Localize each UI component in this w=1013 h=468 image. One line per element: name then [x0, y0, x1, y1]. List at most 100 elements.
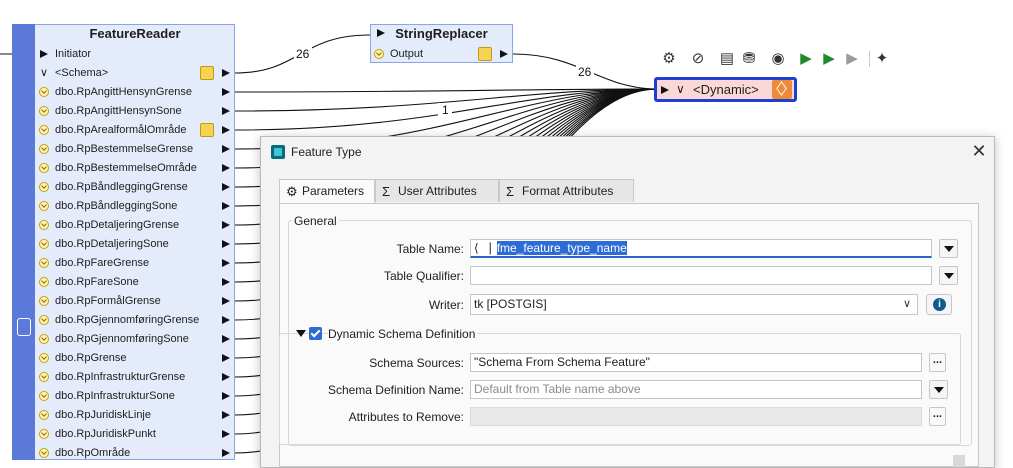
- port-check-icon: [39, 372, 49, 382]
- port-check-icon: [39, 353, 49, 363]
- port-label: dbo.RpInfrastrukturGrense: [55, 371, 186, 383]
- port-label: dbo.RpJuridiskPunkt: [55, 428, 156, 440]
- reader-output-port[interactable]: dbo.RpOmråde: [35, 444, 235, 463]
- port-label: dbo.RpGjennomføringSone: [55, 333, 189, 345]
- writer-value: tk [POSTGIS]: [474, 297, 547, 311]
- feature-reader-strip[interactable]: [12, 24, 35, 460]
- port-check-icon: [374, 49, 384, 59]
- feature-type-dialog: Feature Type ✕ ⚙ Parameters Σ User Attri…: [260, 136, 995, 468]
- table-name-menu-button[interactable]: [939, 239, 958, 258]
- port-check-icon: [39, 277, 49, 287]
- scrollbar[interactable]: [953, 455, 965, 467]
- reader-output-port[interactable]: dbo.RpBåndleggingGrense: [35, 178, 235, 197]
- view-cache-icon[interactable]: ◉: [769, 50, 787, 68]
- collapse-arrow-icon[interactable]: [296, 330, 306, 337]
- writer-select[interactable]: tk [POSTGIS] ∨: [470, 294, 918, 315]
- reader-output-port[interactable]: dbo.RpAngittHensynSone: [35, 102, 235, 121]
- attribute-group-icon[interactable]: [200, 123, 214, 137]
- reader-output-port[interactable]: dbo.RpBåndleggingSone: [35, 197, 235, 216]
- schema-sources-browse-button[interactable]: ...: [929, 353, 946, 372]
- chevron-down-icon[interactable]: ∨: [676, 82, 685, 96]
- connection-count-schema: 26: [296, 47, 310, 61]
- gear-icon[interactable]: ⚙: [660, 50, 678, 68]
- output-arrow-icon: [222, 430, 230, 438]
- reader-output-port[interactable]: dbo.RpInfrastrukturGrense: [35, 368, 235, 387]
- schema-def-name-menu-button[interactable]: [929, 380, 948, 399]
- tab-parameters[interactable]: ⚙ Parameters: [279, 179, 375, 204]
- run-from-icon[interactable]: ▶: [843, 50, 861, 68]
- dialog-titlebar[interactable]: [261, 137, 994, 167]
- port-label: Initiator: [55, 48, 92, 60]
- reader-output-port[interactable]: dbo.RpFareGrense: [35, 254, 235, 273]
- output-arrow-icon: [222, 449, 230, 457]
- output-arrow-icon: [222, 202, 230, 210]
- schema-def-name-field[interactable]: Default from Table name above: [470, 380, 922, 399]
- port-check-icon: [39, 87, 49, 97]
- attribute-group-icon[interactable]: [478, 47, 492, 61]
- reader-output-port[interactable]: dbo.RpFormålGrense: [35, 292, 235, 311]
- port-check-icon: [39, 106, 49, 116]
- schema-sources-value: "Schema From Schema Feature": [474, 355, 650, 369]
- attribute-group-icon[interactable]: [200, 66, 214, 80]
- reader-output-port[interactable]: dbo.RpGrense: [35, 349, 235, 368]
- port-check-icon: [39, 429, 49, 439]
- reader-output-port[interactable]: dbo.RpBestemmelseGrense: [35, 140, 235, 159]
- output-arrow-icon: [222, 297, 230, 305]
- output-arrow-icon: [222, 164, 230, 172]
- port-check-icon: [39, 296, 49, 306]
- run-icon[interactable]: ▶: [820, 50, 838, 68]
- reader-output-port[interactable]: dbo.RpAngittHensynGrense: [35, 83, 235, 102]
- schema-sources-field[interactable]: "Schema From Schema Feature": [470, 353, 922, 372]
- port-check-icon: [39, 448, 49, 458]
- reader-output-port[interactable]: dbo.RpBestemmelseOmråde: [35, 159, 235, 178]
- workspace-canvas[interactable]: 26 26 1 FeatureReader Initiator ∨ <Schem…: [0, 0, 1013, 468]
- port-label: dbo.RpDetaljeringGrense: [55, 219, 180, 231]
- initiator-input-port[interactable]: Initiator: [35, 45, 235, 64]
- transformer-toolbar: ⚙ ⊘ ▤ ⛃ ◉ ▶ ▶ ▶ ✦: [658, 47, 896, 71]
- text-editor-icon[interactable]: ⟨⎹: [474, 241, 491, 255]
- output-arrow-icon: [222, 316, 230, 324]
- reader-output-port[interactable]: dbo.RpDetaljeringGrense: [35, 216, 235, 235]
- schema-output-port[interactable]: ∨ <Schema>: [35, 64, 235, 83]
- dynamic-writer-feature-type[interactable]: ∨ <Dynamic>: [654, 77, 797, 102]
- tab-format-attributes[interactable]: Σ Format Attributes: [499, 179, 634, 202]
- port-label: dbo.RpOmråde: [55, 447, 131, 459]
- attrs-remove-browse-button[interactable]: ...: [929, 407, 946, 426]
- cache-settings-icon[interactable]: ⛃: [740, 50, 758, 68]
- port-label: Output: [390, 48, 424, 60]
- quick-add-icon[interactable]: ✦: [873, 50, 891, 68]
- reader-output-port[interactable]: dbo.RpGjennomføringSone: [35, 330, 235, 349]
- reader-output-port[interactable]: dbo.RpDetaljeringSone: [35, 235, 235, 254]
- dynamic-writer-label: <Dynamic>: [693, 82, 759, 97]
- layers-icon: [772, 80, 792, 99]
- table-qualifier-label: Table Qualifier:: [383, 269, 464, 283]
- port-check-icon: [39, 201, 49, 211]
- info-button[interactable]: [926, 294, 952, 315]
- reader-output-port[interactable]: dbo.RpFareSone: [35, 273, 235, 292]
- reader-output-port[interactable]: dbo.RpArealformålOmråde: [35, 121, 235, 140]
- disable-icon[interactable]: ⊘: [689, 50, 707, 68]
- connection-count-port: 1: [442, 103, 449, 117]
- reader-output-port[interactable]: dbo.RpGjennomføringGrense: [35, 311, 235, 330]
- dynamic-schema-checkbox[interactable]: [309, 327, 322, 340]
- database-icon: [17, 318, 31, 336]
- tab-user-attributes[interactable]: Σ User Attributes: [375, 179, 499, 202]
- reader-output-port[interactable]: dbo.RpInfrastrukturSone: [35, 387, 235, 406]
- reader-output-port[interactable]: dbo.RpJuridiskPunkt: [35, 425, 235, 444]
- table-name-field[interactable]: ⟨⎹ fme_feature_type_name: [470, 239, 932, 258]
- run-to-this-icon[interactable]: ▶: [797, 50, 815, 68]
- table-qualifier-menu-button[interactable]: [939, 266, 958, 285]
- close-icon[interactable]: ✕: [969, 141, 989, 161]
- app-icon: [271, 145, 285, 159]
- attrs-remove-field[interactable]: [470, 407, 922, 426]
- table-name-label: Table Name:: [396, 242, 464, 256]
- port-check-icon: [39, 144, 49, 154]
- port-check-icon: [39, 220, 49, 230]
- port-label: dbo.RpFareGrense: [55, 257, 150, 269]
- port-label: dbo.RpBåndleggingSone: [55, 200, 178, 212]
- table-qualifier-field[interactable]: [470, 266, 932, 285]
- reader-output-port[interactable]: dbo.RpJuridiskLinje: [35, 406, 235, 425]
- output-arrow-icon: [222, 259, 230, 267]
- inspect-icon[interactable]: ▤: [718, 50, 736, 68]
- string-replacer-output-port[interactable]: Output: [370, 45, 513, 64]
